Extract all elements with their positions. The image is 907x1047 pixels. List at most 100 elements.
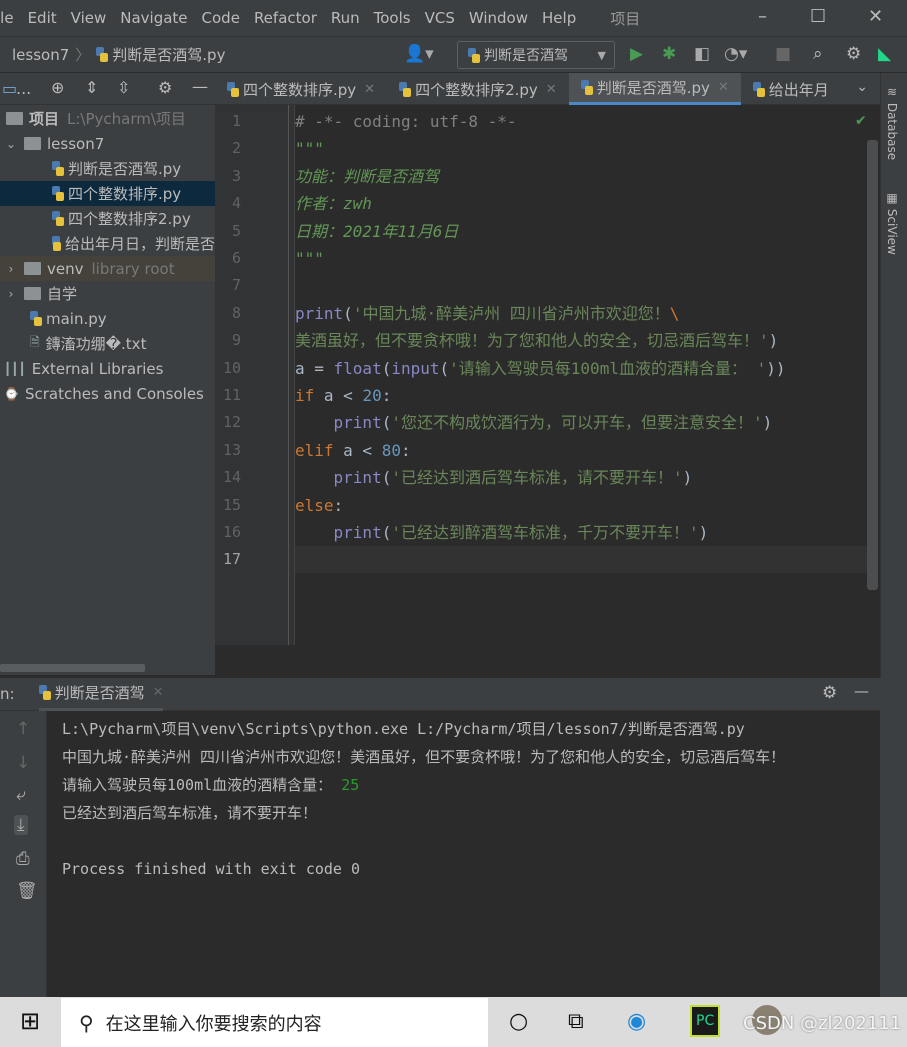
code-line[interactable]: a = float(input('请输入驾驶员每100ml血液的酒精含量： ')… — [295, 355, 786, 382]
arrow-up-icon[interactable]: ↑ — [16, 719, 30, 739]
close-icon[interactable]: ✕ — [364, 82, 375, 97]
code-line[interactable]: else: — [295, 492, 343, 519]
hide-icon[interactable]: — — [192, 77, 208, 96]
menu-edit[interactable]: Edit — [28, 9, 57, 27]
menu-view[interactable]: View — [71, 9, 107, 27]
editor-vertical-scrollbar[interactable] — [867, 140, 878, 590]
edge-icon[interactable]: ◉ — [627, 1009, 646, 1034]
code-line[interactable]: 作者：zwh — [295, 190, 372, 217]
cortana-icon[interactable]: ○ — [509, 1009, 528, 1034]
code-line[interactable]: print('已经达到酒后驾车标准，请不要开车！') — [295, 464, 693, 491]
menu-code[interactable]: Code — [202, 9, 240, 27]
debug-icon[interactable]: ✱ — [662, 44, 676, 64]
windows-start-icon[interactable]: ⊞ — [20, 1007, 40, 1035]
coverage-icon[interactable]: ◧ — [694, 44, 710, 64]
inspection-ok-icon[interactable]: ✔ — [855, 113, 867, 129]
tab-label: 判断是否酒驾.py — [596, 79, 710, 97]
tree-item[interactable]: 🗎 鏄滀功绷�.txt — [0, 331, 215, 356]
run-icon[interactable]: ▶ — [630, 44, 643, 64]
close-icon[interactable]: ✕ — [718, 80, 729, 95]
menu-vcs[interactable]: VCS — [425, 9, 455, 27]
close-icon[interactable]: ✕ — [153, 685, 164, 700]
run-tab[interactable]: 判断是否酒驾 ✕ — [38, 678, 164, 711]
toolbox-icon[interactable]: ◣ — [878, 44, 891, 64]
project-view-dropdown[interactable]: ... — [16, 79, 31, 98]
menu-file[interactable]: ile — [0, 9, 14, 27]
task-view-icon[interactable]: ⧉ — [568, 1009, 584, 1034]
database-tool-tab[interactable]: ≋ Database — [885, 85, 899, 160]
run-config-dropdown[interactable]: 判断是否酒驾 ▼ — [457, 41, 615, 69]
breadcrumb-separator: 〉 — [75, 46, 91, 64]
search-icon[interactable]: ⌕ — [813, 44, 823, 64]
user-icon[interactable]: 👤▾ — [404, 44, 434, 64]
menu-window[interactable]: Window — [469, 9, 528, 27]
tab-label: 四个整数排序2.py — [415, 80, 538, 99]
tree-item[interactable]: 四个整数排序.py — [0, 181, 215, 206]
menu-navigate[interactable]: Navigate — [120, 9, 187, 27]
tree-item[interactable]: › 自学 — [0, 281, 215, 306]
gear-icon[interactable]: ⚙ — [822, 683, 837, 703]
code-line[interactable]: elif a < 80: — [295, 437, 411, 464]
scroll-to-end-icon[interactable]: ⤓ — [14, 815, 28, 835]
tab-drunk-driving[interactable]: 判断是否酒驾.py ✕ — [568, 73, 741, 105]
code-line[interactable]: """ — [295, 135, 324, 162]
project-view-icon[interactable]: ▭ — [2, 79, 17, 98]
tree-item[interactable]: ⌄ lesson7 — [0, 131, 215, 156]
tree-item[interactable]: 给出年月日，判断是否 — [0, 231, 215, 256]
tab-sort4-2[interactable]: 四个整数排序2.py ✕ — [387, 73, 569, 105]
breadcrumb-lesson7[interactable]: lesson7 — [12, 46, 69, 64]
code-line[interactable]: print('已经达到醉酒驾车标准，千万不要开车！') — [295, 519, 709, 546]
print-icon[interactable]: ⎙ — [16, 849, 30, 869]
tree-item[interactable]: ⌚ Scratches and Consoles — [0, 381, 215, 406]
hide-icon[interactable]: — — [854, 682, 869, 700]
menu-help[interactable]: Help — [542, 9, 576, 27]
pycharm-icon[interactable]: PC — [690, 1005, 721, 1037]
code-line[interactable]: 功能：判断是否酒驾 — [295, 163, 439, 190]
code-line[interactable]: """ — [295, 245, 324, 272]
menu-tools[interactable]: Tools — [374, 9, 411, 27]
code-line[interactable]: print('您还不构成饮酒行为，可以开车，但要注意安全！') — [295, 409, 773, 436]
taskbar-search-box[interactable]: ⚲ 在这里输入你要搜索的内容 — [61, 998, 488, 1047]
code-line[interactable]: 日期：2021年11月6日 — [295, 218, 458, 245]
chevron-down-icon[interactable]: ⌄ — [4, 137, 18, 151]
stop-icon[interactable]: ■ — [775, 44, 791, 64]
run-console[interactable]: L:\Pycharm\项目\venv\Scripts\python.exe L:… — [47, 711, 880, 997]
profile-icon[interactable]: ◔▾ — [724, 44, 747, 64]
chevron-right-icon[interactable]: › — [4, 287, 18, 301]
breadcrumb-file[interactable]: 判断是否酒驾.py — [112, 44, 225, 65]
tree-item[interactable]: ┃┃┃ External Libraries — [0, 356, 215, 381]
tabs-overflow-chevron-icon[interactable]: ⌄ — [856, 79, 868, 95]
arrow-down-icon[interactable]: ↓ — [16, 753, 30, 773]
sciview-tool-tab[interactable]: ▦ SciView — [885, 191, 899, 255]
expand-all-icon[interactable]: ⇕ — [85, 78, 98, 97]
code-line[interactable]: 美酒虽好，但不要贪杯哦！为了您和他人的安全，切忌酒后驾车！') — [295, 327, 778, 354]
sciview-icon: ▦ — [886, 191, 898, 205]
tab-date[interactable]: 给出年月 — [741, 73, 841, 105]
locate-icon[interactable]: ⊕ — [51, 78, 64, 97]
code-line[interactable]: if a < 20: — [295, 382, 391, 409]
close-button[interactable]: ✕ — [868, 6, 883, 27]
project-horizontal-scrollbar[interactable] — [0, 664, 145, 672]
close-icon[interactable]: ✕ — [546, 82, 557, 97]
tree-root[interactable]: 项目 L:\Pycharm\项目 — [0, 106, 215, 131]
code-line[interactable]: print('中国九城·醉美泸州 四川省泸州市欢迎您！\ — [295, 300, 679, 327]
menu-run[interactable]: Run — [331, 9, 360, 27]
maximize-button[interactable]: ☐ — [810, 6, 826, 27]
gear-icon[interactable]: ⚙ — [158, 78, 172, 97]
chevron-right-icon[interactable]: › — [4, 262, 18, 276]
code-token: 日期：2021年11月6日 — [295, 221, 459, 241]
code-editor[interactable]: # -*- coding: utf-8 -*- """ 功能：判断是否酒驾 作者：zw… — [295, 105, 867, 645]
menu-refactor[interactable]: Refactor — [254, 9, 317, 27]
minimize-button[interactable]: – — [758, 6, 767, 27]
settings-icon[interactable]: ⚙ — [846, 44, 861, 64]
soft-wrap-icon[interactable]: ⤶ — [16, 785, 26, 805]
tree-item-label: 给出年月日，判断是否 — [64, 235, 215, 253]
trash-icon[interactable]: 🗑 — [16, 881, 38, 901]
tree-item[interactable]: › venv library root — [0, 256, 215, 281]
collapse-all-icon[interactable]: ⇳ — [117, 78, 130, 97]
tree-item[interactable]: 四个整数排序2.py — [0, 206, 215, 231]
code-line[interactable]: # -*- coding: utf-8 -*- — [295, 108, 517, 135]
tree-item[interactable]: main.py — [0, 306, 215, 331]
tab-sort4[interactable]: 四个整数排序.py ✕ — [215, 73, 387, 105]
tree-item[interactable]: 判断是否酒驾.py — [0, 156, 215, 181]
